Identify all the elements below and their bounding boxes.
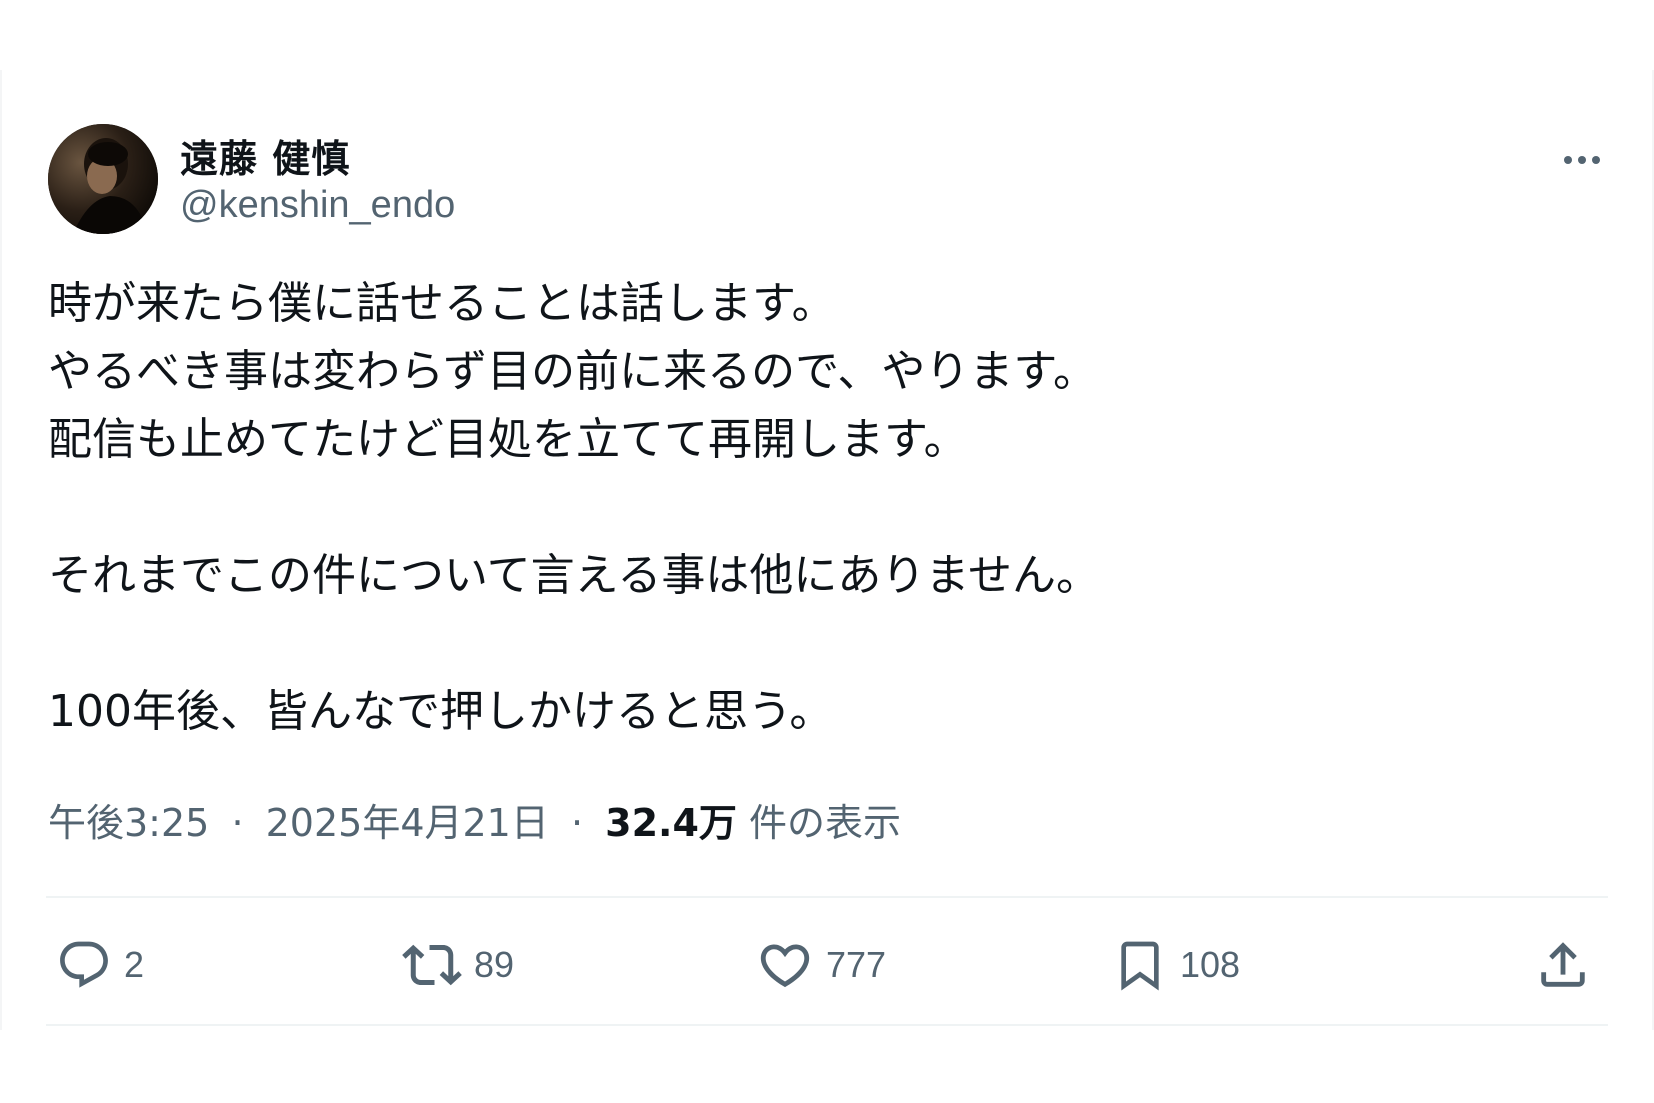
reply-icon <box>60 941 108 988</box>
bookmark-button[interactable]: 108 <box>1112 930 1240 1000</box>
like-count: 777 <box>826 944 887 985</box>
tweet-text-line: 100年後、皆んなで押しかけると思う。 <box>48 686 834 737</box>
avatar-image <box>48 124 158 234</box>
more-options-button[interactable] <box>1552 140 1612 180</box>
tweet-text-line: 配信も止めてたけど目処を立てて再開します。 <box>48 414 968 465</box>
reply-button[interactable]: 2 <box>56 930 144 1000</box>
retweet-button[interactable]: 89 <box>402 930 514 1000</box>
tweet-text-line: それまでこの件について言える事は他にありません。 <box>48 550 1101 601</box>
tweet-meta: 午後3:25 · 2025年4月21日 · 32.4万 件の表示 <box>48 792 901 847</box>
divider <box>46 896 1608 898</box>
retweet-icon <box>402 944 462 986</box>
tweet-text-line: 時が来たら僕に話せることは話します。 <box>48 278 836 329</box>
tweet-text: 時が来たら僕に話せることは話します。 やるべき事は変わらず目の前に来るので、やり… <box>48 270 1548 746</box>
meta-separator: · <box>570 801 584 845</box>
avatar[interactable] <box>48 124 158 234</box>
more-horizontal-icon <box>1564 156 1572 164</box>
tweet-actions: 2 89 777 108 <box>46 930 1608 1000</box>
like-button[interactable]: 777 <box>756 930 886 1000</box>
share-button[interactable] <box>1534 930 1592 1000</box>
tweet-time[interactable]: 午後3:25 <box>48 801 209 845</box>
divider <box>46 1024 1608 1026</box>
views-count[interactable]: 32.4万 <box>605 801 737 845</box>
share-icon <box>1541 942 1585 987</box>
tweet-text-blank-line <box>48 610 1548 678</box>
bookmark-count: 108 <box>1180 944 1241 985</box>
tweet-text-line: やるべき事は変わらず目の前に来るので、やります。 <box>48 346 1097 397</box>
display-name[interactable]: 遠藤 健慎 <box>180 128 350 183</box>
user-handle[interactable]: @kenshin_endo <box>180 184 455 227</box>
tweet-date[interactable]: 2025年4月21日 <box>266 801 549 845</box>
reply-count: 2 <box>124 944 145 985</box>
tweet-text-blank-line <box>48 474 1548 542</box>
heart-icon <box>760 944 810 988</box>
tweet-card: 遠藤 健慎 @kenshin_endo 時が来たら僕に話せることは話します。 や… <box>0 70 1654 1030</box>
meta-separator: · <box>231 801 244 845</box>
retweet-count: 89 <box>474 944 515 985</box>
bookmark-icon <box>1121 941 1159 991</box>
views-label: 件の表示 <box>749 801 902 845</box>
